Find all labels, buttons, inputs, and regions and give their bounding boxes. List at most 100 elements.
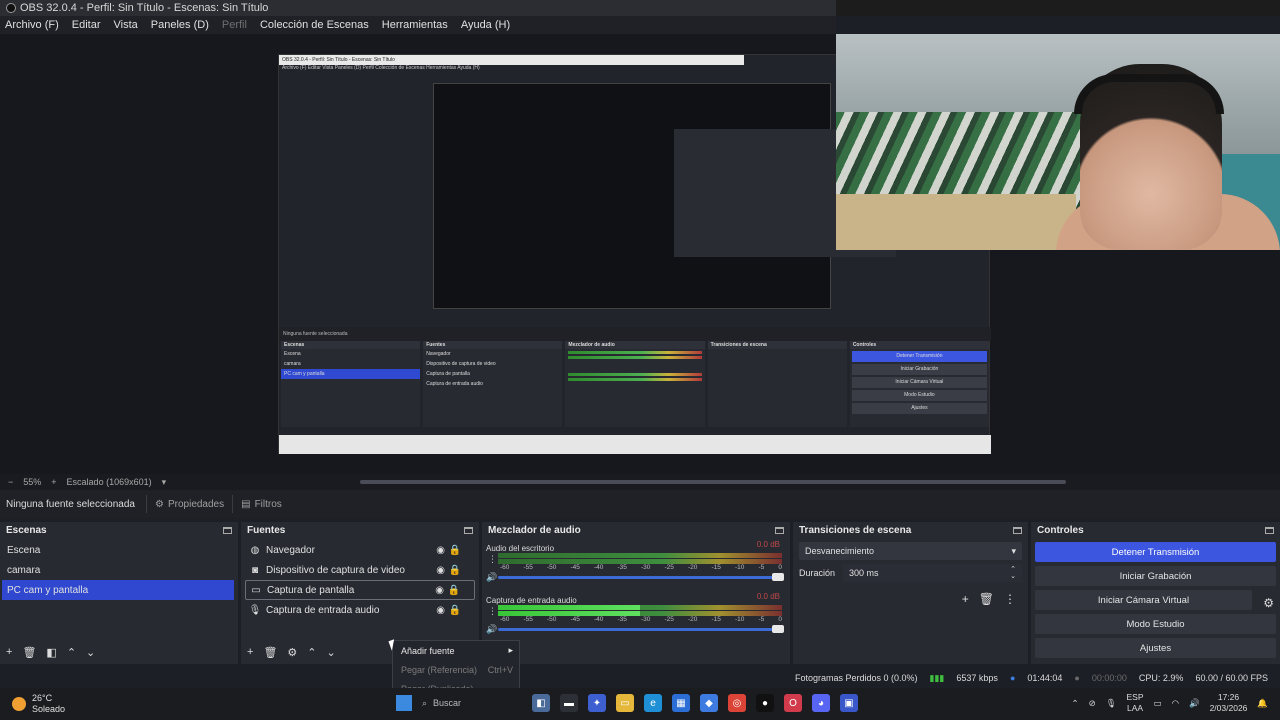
transition-select[interactable]: Desvanecimiento ▾ (799, 542, 1022, 560)
filters-button[interactable]: ▤ Filtros (232, 495, 290, 513)
tray-chevron-icon[interactable]: ⌃ (1071, 698, 1078, 709)
volume-icon[interactable]: 🔊 (1189, 698, 1200, 709)
notification-bell-icon[interactable]: 🔔 (1257, 698, 1268, 709)
weather-widget[interactable]: 26°C Soleado (12, 693, 65, 715)
app-icon[interactable]: ▬ (560, 694, 578, 712)
scene-item-selected[interactable]: PC cam y pantalla (2, 580, 234, 600)
app-icon[interactable]: ◆ (700, 694, 718, 712)
scale-dropdown-icon[interactable]: ▾ (162, 477, 167, 488)
duration-spinbox[interactable]: 300 ms ⌃ ⌄ (843, 564, 1022, 582)
preview-scrollbar[interactable] (360, 480, 1066, 484)
volume-slider[interactable] (498, 628, 782, 631)
virtual-cam-settings-gear-icon[interactable]: ⚙ (1263, 596, 1274, 610)
visibility-eye-icon[interactable]: ◉ (436, 545, 445, 556)
task-view-icon[interactable]: ◧ (532, 694, 550, 712)
scenes-toolbar: + 🗑 ◧ ⌃ ⌄ (0, 642, 238, 662)
network-off-icon[interactable]: ⊘ (1089, 698, 1096, 709)
taskbar-search[interactable]: ⌕ Buscar (422, 698, 522, 709)
channel-menu-icon[interactable]: ⋮ (488, 554, 497, 565)
menu-archivo[interactable]: Archivo (F) (5, 19, 59, 31)
menu-editar[interactable]: Editar (72, 19, 101, 31)
settings-button[interactable]: Ajustes (1035, 638, 1276, 658)
opera-icon[interactable]: O (784, 694, 802, 712)
scene-filters-icon[interactable]: ◧ (46, 646, 56, 659)
undock-icon[interactable] (1013, 526, 1022, 534)
volume-slider-handle[interactable] (772, 625, 784, 633)
add-source-menu-item[interactable]: Añadir fuente ▸ (393, 641, 519, 660)
clock[interactable]: 17:26 2/03/2026 (1210, 692, 1248, 714)
lock-icon[interactable]: 🔒 (449, 545, 461, 556)
remove-source-icon[interactable]: 🗑 (263, 646, 277, 659)
edge-icon[interactable]: e (644, 694, 662, 712)
lock-icon[interactable]: 🔒 (449, 605, 461, 616)
sun-icon (12, 697, 26, 711)
menu-coleccion-escenas[interactable]: Colección de Escenas (260, 19, 369, 31)
move-down-icon[interactable]: ⌄ (86, 646, 95, 659)
stop-stream-button[interactable]: Detener Transmisión (1035, 542, 1276, 562)
source-properties-icon[interactable]: ⚙ (287, 646, 297, 659)
undock-icon[interactable] (464, 526, 473, 534)
source-item-selected[interactable]: ▭ Captura de pantalla ◉ 🔒 (245, 580, 475, 600)
source-item[interactable]: ◍ Navegador ◉ 🔒 (241, 540, 479, 560)
undock-icon[interactable] (775, 526, 784, 534)
monitor-icon: ▭ (251, 584, 261, 596)
add-source-icon[interactable]: + (247, 646, 253, 658)
visibility-eye-icon[interactable]: ◉ (435, 585, 444, 596)
wifi-icon[interactable]: ◠ (1172, 698, 1179, 709)
source-item[interactable]: 🎙 Captura de entrada audio ◉ 🔒 (241, 600, 479, 620)
paste-reference-menu-item[interactable]: Pegar (Referencia) Ctrl+V (393, 660, 519, 679)
visibility-eye-icon[interactable]: ◉ (436, 605, 445, 616)
store-icon[interactable]: ▦ (672, 694, 690, 712)
start-virtual-cam-button[interactable]: Iniciar Cámara Virtual (1035, 590, 1252, 610)
speaker-icon[interactable]: 🔊 (486, 624, 497, 635)
nested-taskbar (279, 435, 991, 454)
clock-date: 2/03/2026 (1209, 703, 1248, 713)
menu-paneles[interactable]: Paneles (D) (151, 19, 209, 31)
volume-slider[interactable] (498, 576, 782, 579)
app-icon[interactable]: ▣ (840, 694, 858, 712)
channel-menu-icon[interactable]: ⋮ (488, 606, 497, 617)
microphone-icon[interactable]: 🎙 (1106, 698, 1117, 709)
remove-transition-icon[interactable]: 🗑 (979, 592, 994, 606)
zoom-in-button[interactable]: + (51, 477, 56, 487)
add-scene-icon[interactable]: + (6, 646, 12, 658)
scene-item[interactable]: camara (0, 560, 238, 580)
menu-perfil[interactable]: Perfil (222, 19, 247, 31)
chrome-icon[interactable]: ◎ (728, 694, 746, 712)
start-recording-button[interactable]: Iniciar Grabación (1035, 566, 1276, 586)
move-down-icon[interactable]: ⌄ (327, 646, 336, 659)
undock-icon[interactable] (1265, 526, 1274, 534)
scene-item[interactable]: Escena (0, 540, 238, 560)
lock-icon[interactable]: 🔒 (448, 585, 460, 596)
volume-slider-handle[interactable] (772, 573, 784, 581)
move-up-icon[interactable]: ⌃ (67, 646, 76, 659)
properties-button[interactable]: ⚙ Propiedades (146, 495, 232, 513)
nested-mixer: Mezclador de audio (565, 341, 705, 427)
nested-meter (568, 378, 702, 381)
discord-icon[interactable]: ◕ (812, 694, 830, 712)
menu-vista[interactable]: Vista (114, 19, 138, 31)
transition-menu-icon[interactable]: ⋮ (1004, 592, 1016, 606)
display-icon[interactable]: ▭ (1154, 698, 1162, 709)
menu-herramientas[interactable]: Herramientas (382, 19, 448, 31)
copilot-icon[interactable]: ✦ (588, 694, 606, 712)
remove-scene-icon[interactable]: 🗑 (22, 646, 36, 659)
obs-icon[interactable]: ● (756, 694, 774, 712)
spin-arrows-icon[interactable]: ⌃ ⌄ (1010, 566, 1016, 580)
language-indicator[interactable]: ESP LAA (1127, 692, 1144, 714)
undock-icon[interactable] (223, 526, 232, 534)
scale-label[interactable]: Escalado (1069x601) (67, 477, 152, 487)
file-explorer-icon[interactable]: ▭ (616, 694, 634, 712)
tick: -50 (547, 564, 557, 571)
source-item[interactable]: ◙ Dispositivo de captura de video ◉ 🔒 (241, 560, 479, 580)
microphone-icon: 🎙 (248, 604, 262, 616)
add-transition-icon[interactable]: + (962, 592, 969, 606)
move-up-icon[interactable]: ⌃ (307, 646, 316, 659)
zoom-out-button[interactable]: − (8, 477, 13, 487)
speaker-icon[interactable]: 🔊 (486, 572, 497, 583)
studio-mode-button[interactable]: Modo Estudio (1035, 614, 1276, 634)
windows-start-icon[interactable] (396, 695, 412, 711)
visibility-eye-icon[interactable]: ◉ (436, 565, 445, 576)
lock-icon[interactable]: 🔒 (449, 565, 461, 576)
menu-ayuda[interactable]: Ayuda (H) (461, 19, 510, 31)
